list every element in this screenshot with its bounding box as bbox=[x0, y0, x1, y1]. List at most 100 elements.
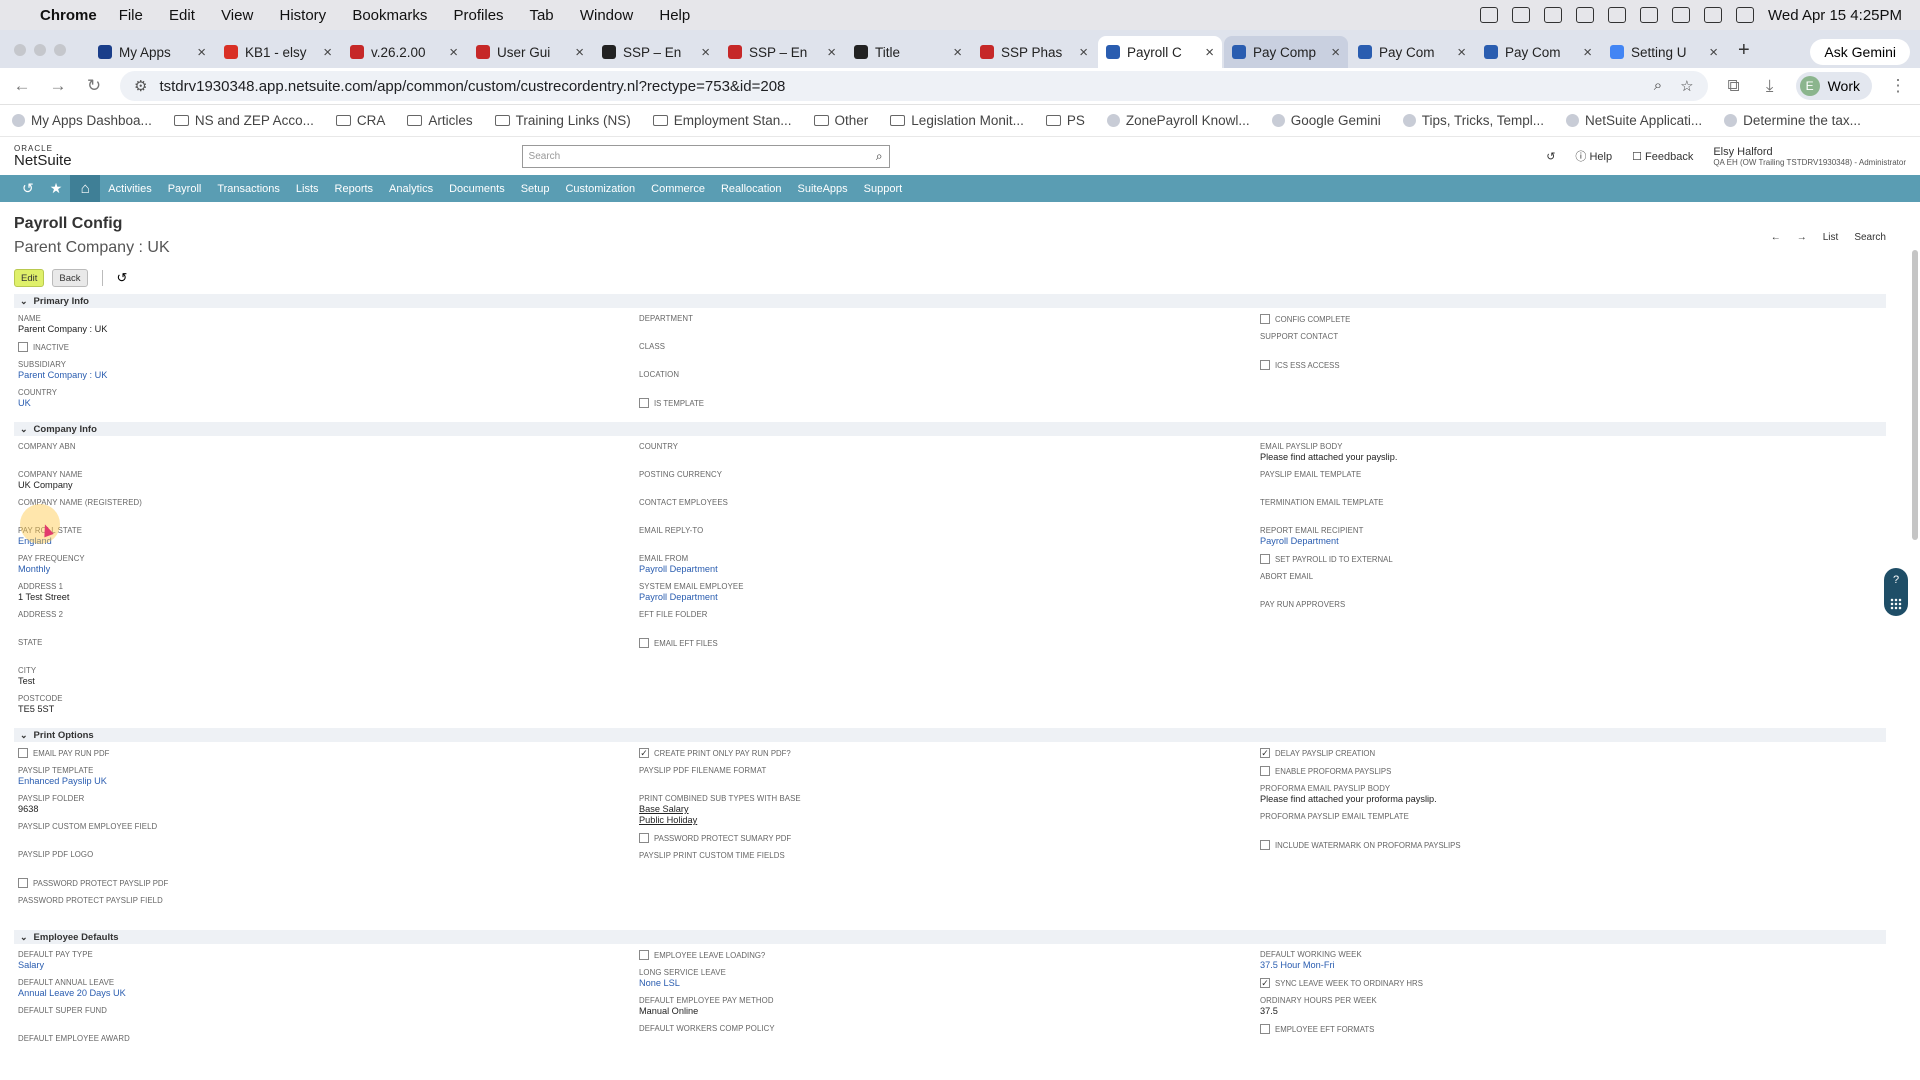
checkbox-set-payroll-id[interactable]: SET PAYROLL ID TO EXTERNAL bbox=[1260, 554, 1881, 564]
nav-item-support[interactable]: Support bbox=[856, 183, 911, 195]
close-tab-icon[interactable]: × bbox=[953, 44, 962, 61]
bookmark-item[interactable]: NS and ZEP Acco... bbox=[173, 113, 314, 128]
checkbox-delay-payslip[interactable]: ✓ DELAY PAYSLIP CREATION bbox=[1260, 748, 1881, 758]
nav-item-transactions[interactable]: Transactions bbox=[209, 183, 288, 195]
nav-item-lists[interactable]: Lists bbox=[288, 183, 327, 195]
favorites-star-icon[interactable]: ★ bbox=[42, 180, 71, 197]
list-link[interactable]: List bbox=[1823, 232, 1839, 243]
browser-tab[interactable]: SSP Phas × bbox=[972, 36, 1096, 68]
close-tab-icon[interactable]: × bbox=[827, 44, 836, 61]
section-header[interactable]: ⌄ Employee Defaults bbox=[14, 930, 1886, 944]
download-icon[interactable]: ⤓ bbox=[1760, 76, 1780, 96]
close-tab-icon[interactable]: × bbox=[701, 44, 710, 61]
help-question-icon[interactable]: ? bbox=[1893, 574, 1899, 586]
clock[interactable]: Wed Apr 15 4:25PM bbox=[1768, 7, 1902, 24]
bookmark-item[interactable]: Google Gemini bbox=[1271, 113, 1381, 128]
bookmark-item[interactable]: Training Links (NS) bbox=[494, 113, 631, 128]
prev-record-icon[interactable]: ← bbox=[1771, 232, 1781, 243]
browser-tab[interactable]: Pay Comp × bbox=[1224, 36, 1348, 68]
close-tab-icon[interactable]: × bbox=[1205, 44, 1214, 61]
close-tab-icon[interactable]: × bbox=[323, 44, 332, 61]
checkbox-config-complete[interactable]: CONFIG COMPLETE bbox=[1260, 314, 1881, 324]
bookmark-item[interactable]: Employment Stan... bbox=[652, 113, 792, 128]
browser-tab[interactable]: Title × bbox=[846, 36, 970, 68]
scrollbar[interactable] bbox=[1912, 250, 1918, 540]
reload-icon[interactable]: ↻ bbox=[84, 76, 104, 96]
checkbox-email-pay-run-pdf[interactable]: EMAIL PAY RUN PDF bbox=[18, 748, 639, 758]
ask-gemini-button[interactable]: Ask Gemini bbox=[1810, 39, 1910, 65]
control-center-icon[interactable] bbox=[1736, 7, 1755, 23]
back-button[interactable]: Back bbox=[52, 269, 88, 287]
browser-tab[interactable]: Setting U × bbox=[1602, 36, 1726, 68]
bookmark-item[interactable]: My Apps Dashboa... bbox=[12, 113, 152, 128]
spotlight-icon[interactable] bbox=[1704, 7, 1723, 23]
bluetooth-icon[interactable] bbox=[1576, 7, 1595, 23]
menu-help[interactable]: Help bbox=[659, 7, 690, 24]
menu-view[interactable]: View bbox=[221, 7, 253, 24]
profile-button[interactable]: E Work bbox=[1795, 72, 1872, 100]
checkbox-ics-ess[interactable]: ICS ESS ACCESS bbox=[1260, 360, 1881, 370]
close-tab-icon[interactable]: × bbox=[1331, 44, 1340, 61]
nav-item-reports[interactable]: Reports bbox=[327, 183, 382, 195]
help-widget[interactable]: ? bbox=[1884, 568, 1908, 616]
nav-item-activities[interactable]: Activities bbox=[100, 183, 159, 195]
nav-item-reallocation[interactable]: Reallocation bbox=[713, 183, 790, 195]
browser-tab[interactable]: Payroll C × bbox=[1098, 36, 1222, 68]
checkbox-enable-proforma[interactable]: ENABLE PROFORMA PAYSLIPS bbox=[1260, 766, 1881, 776]
checkbox-inactive[interactable]: INACTIVE bbox=[18, 342, 639, 352]
wifi-icon[interactable] bbox=[1672, 7, 1691, 23]
menu-edit[interactable]: Edit bbox=[169, 7, 195, 24]
nav-item-payroll[interactable]: Payroll bbox=[160, 183, 210, 195]
browser-tab[interactable]: v.26.2.00 × bbox=[342, 36, 466, 68]
browser-tab[interactable]: KB1 - elsy × bbox=[216, 36, 340, 68]
feedback-link[interactable]: ☐ Feedback bbox=[1632, 150, 1693, 163]
bookmark-star-icon[interactable]: ☆ bbox=[1680, 77, 1693, 95]
section-header[interactable]: ⌄ Primary Info bbox=[14, 294, 1886, 308]
browser-tab[interactable]: User Gui × bbox=[468, 36, 592, 68]
checkbox-password-summary[interactable]: PASSWORD PROTECT SUMARY PDF bbox=[639, 833, 1260, 843]
grammarly-icon[interactable] bbox=[1544, 7, 1563, 23]
bookmark-item[interactable]: Other bbox=[813, 113, 868, 128]
bookmark-item[interactable]: Articles bbox=[407, 113, 473, 128]
close-tab-icon[interactable]: × bbox=[449, 44, 458, 61]
refresh-icon[interactable]: ↺ bbox=[117, 270, 128, 286]
menu-file[interactable]: File bbox=[119, 7, 143, 24]
close-tab-icon[interactable]: × bbox=[1457, 44, 1466, 61]
section-header[interactable]: ⌄ Print Options bbox=[14, 728, 1886, 742]
home-icon[interactable]: ⌂ bbox=[70, 175, 101, 202]
clipboard-icon[interactable] bbox=[1512, 7, 1531, 23]
extensions-icon[interactable]: ⧉ bbox=[1724, 76, 1744, 96]
checkbox-is-template[interactable]: IS TEMPLATE bbox=[639, 398, 1260, 408]
minimize-window-icon[interactable] bbox=[34, 44, 46, 56]
section-header[interactable]: ⌄ Company Info bbox=[14, 422, 1886, 436]
site-settings-icon[interactable]: ⚙ bbox=[134, 77, 147, 95]
close-tab-icon[interactable]: × bbox=[1583, 44, 1592, 61]
browser-tab[interactable]: Pay Com × bbox=[1350, 36, 1474, 68]
recent-records-icon[interactable]: ↺ bbox=[1546, 150, 1555, 163]
maximize-window-icon[interactable] bbox=[54, 44, 66, 56]
checkbox-watermark[interactable]: INCLUDE WATERMARK ON PROFORMA PAYSLIPS bbox=[1260, 840, 1881, 850]
browser-tab[interactable]: SSP – En × bbox=[720, 36, 844, 68]
nav-item-commerce[interactable]: Commerce bbox=[643, 183, 713, 195]
recent-icon[interactable]: ↺ bbox=[14, 180, 42, 197]
netsuite-logo[interactable]: ORACLE NetSuite bbox=[14, 144, 72, 168]
moon-icon[interactable] bbox=[1608, 7, 1627, 23]
menu-bookmarks[interactable]: Bookmarks bbox=[352, 7, 427, 24]
bookmark-item[interactable]: CRA bbox=[335, 113, 385, 128]
close-tab-icon[interactable]: × bbox=[1709, 44, 1718, 61]
menu-tab[interactable]: Tab bbox=[529, 7, 553, 24]
nav-item-documents[interactable]: Documents bbox=[441, 183, 513, 195]
more-menu-icon[interactable]: ⋮ bbox=[1888, 76, 1908, 96]
bookmark-item[interactable]: Tips, Tricks, Templ... bbox=[1402, 113, 1544, 128]
menu-history[interactable]: History bbox=[279, 7, 326, 24]
user-menu[interactable]: Elsy Halford QA EH (OW Trailing TSTDRV19… bbox=[1713, 146, 1906, 167]
checkbox-email-eft[interactable]: EMAIL EFT FILES bbox=[639, 638, 1260, 648]
edit-button[interactable]: Edit bbox=[14, 269, 45, 287]
nav-item-setup[interactable]: Setup bbox=[513, 183, 558, 195]
help-link[interactable]: ⓘ Help bbox=[1575, 148, 1612, 164]
bookmark-item[interactable]: Determine the tax... bbox=[1724, 113, 1861, 128]
bookmark-item[interactable]: PS bbox=[1045, 113, 1085, 128]
checkbox-eft-formats[interactable]: EMPLOYEE EFT FORMATS bbox=[1260, 1024, 1881, 1034]
browser-tab[interactable]: SSP – En × bbox=[594, 36, 718, 68]
close-tab-icon[interactable]: × bbox=[575, 44, 584, 61]
